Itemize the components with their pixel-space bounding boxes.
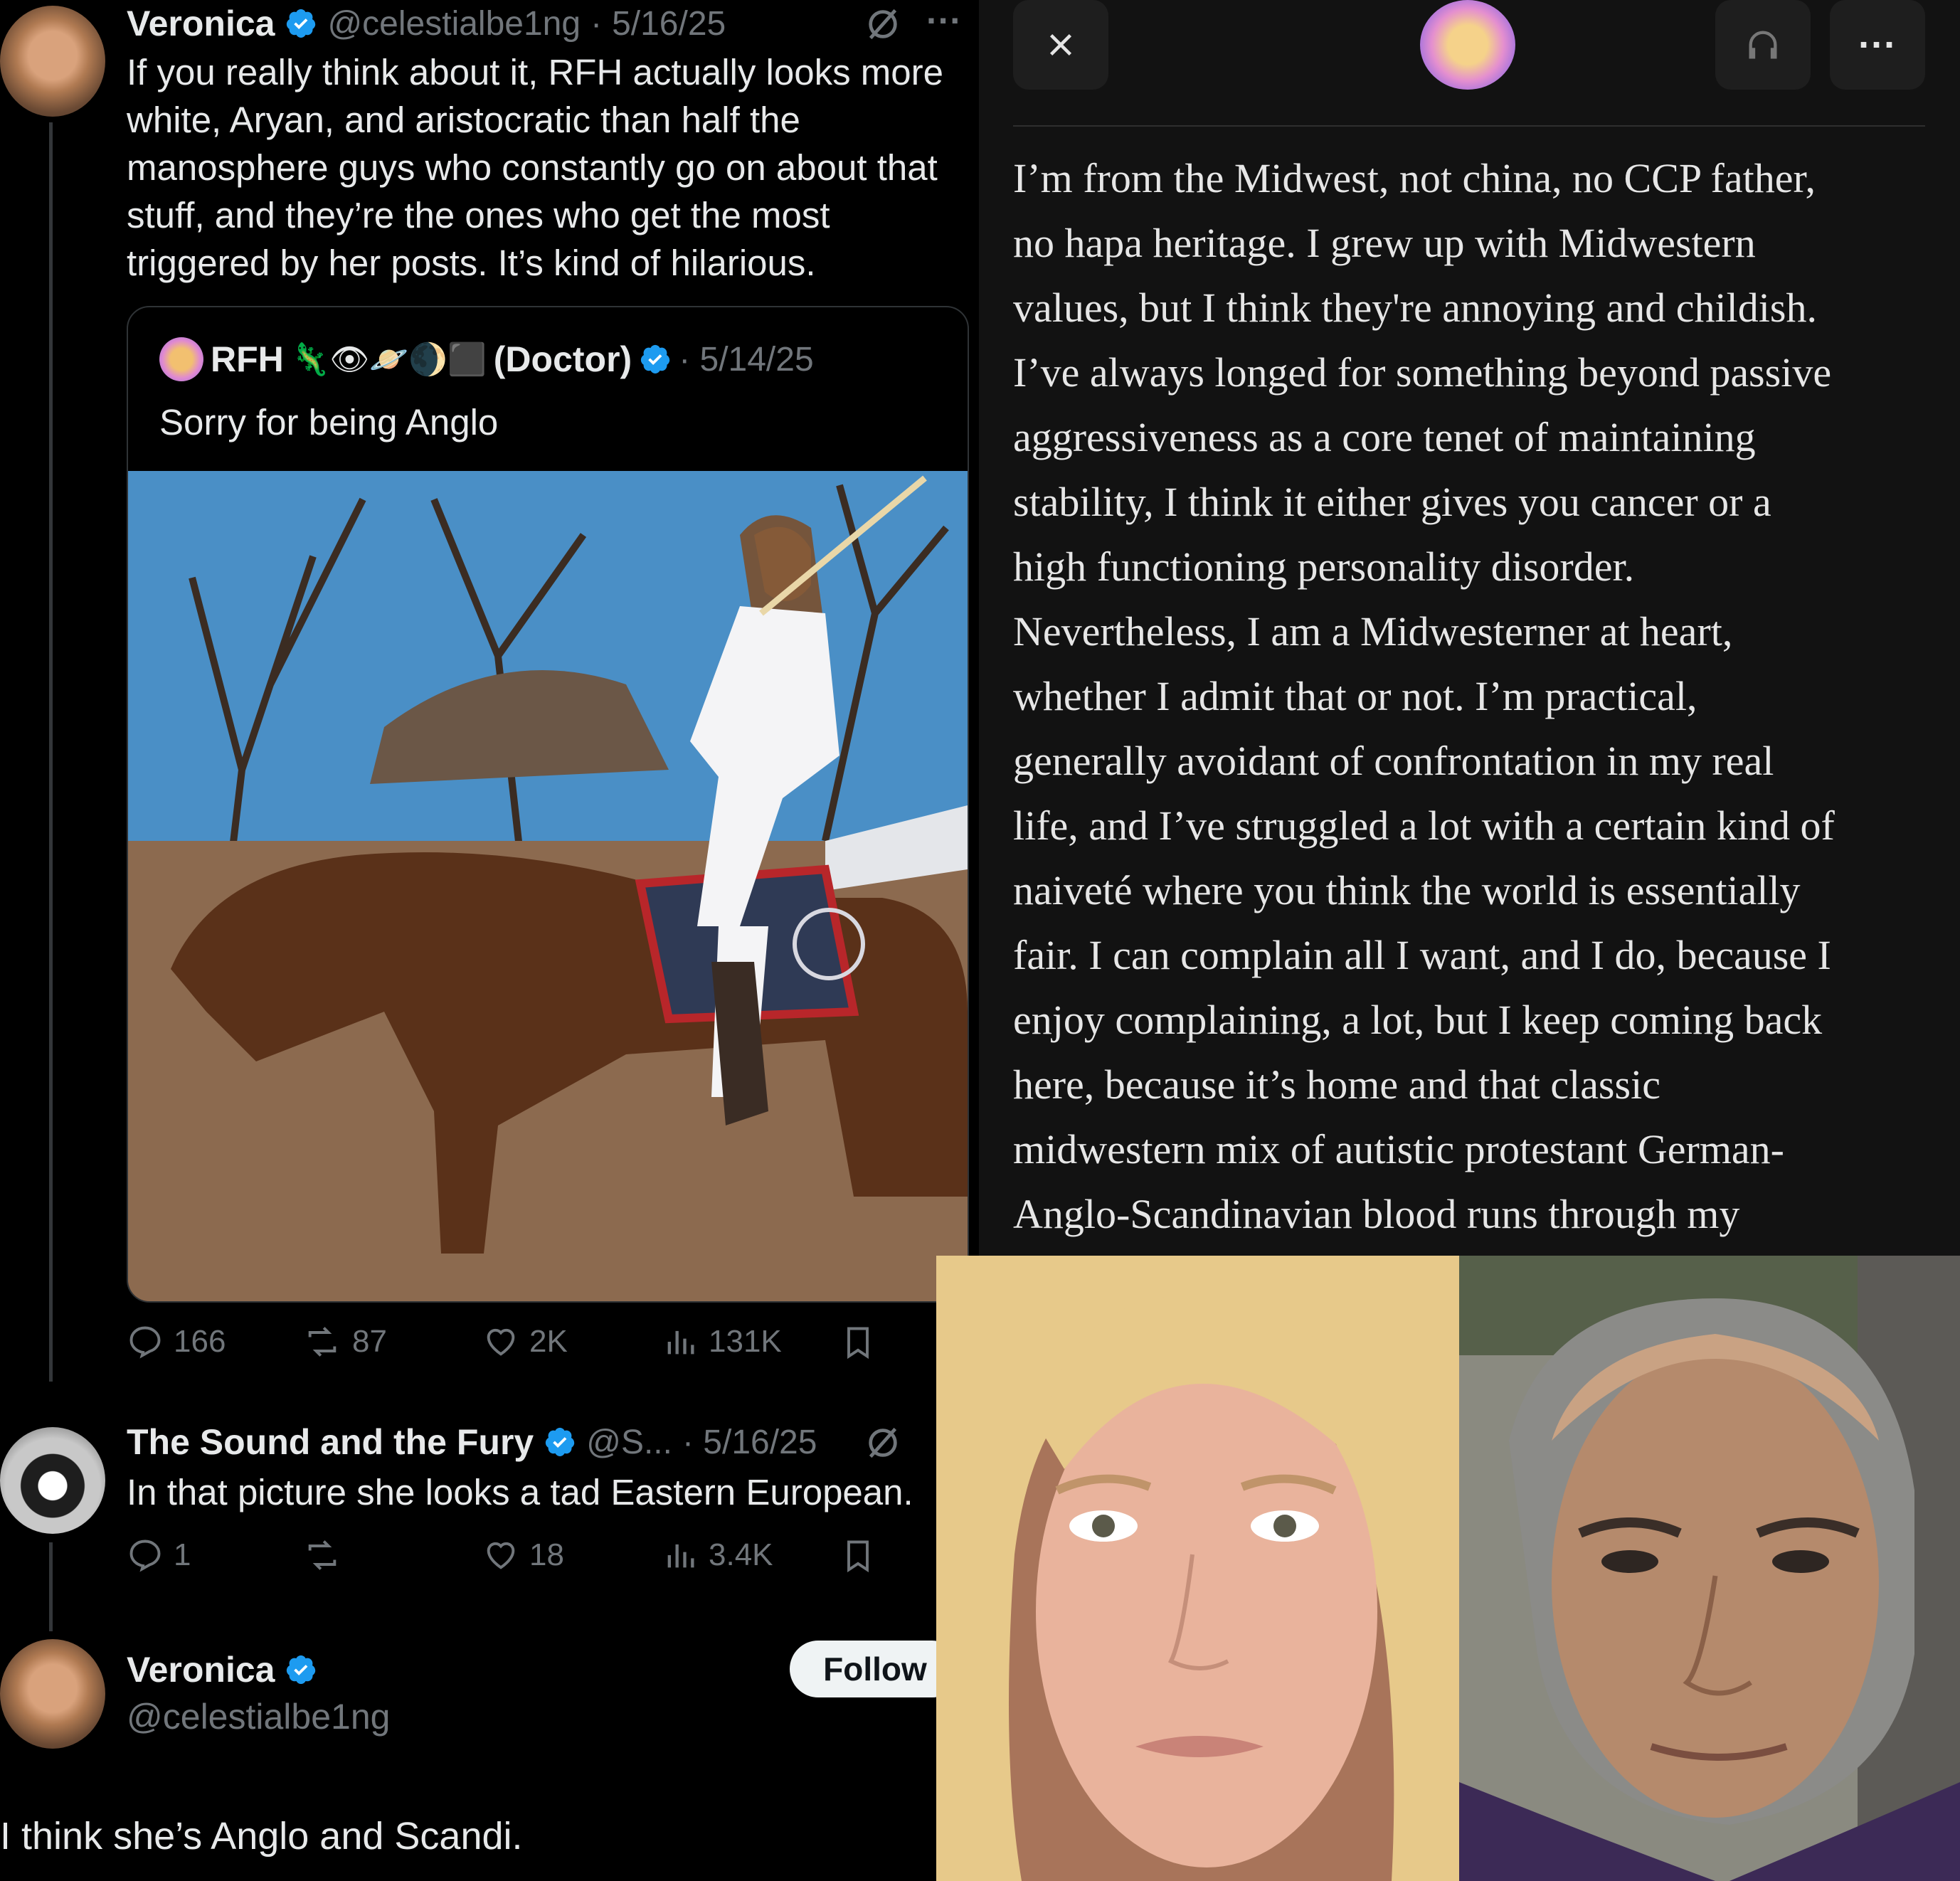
tweet-date[interactable]: 5/16/25 xyxy=(612,4,726,43)
quote-date: · 5/14/25 xyxy=(679,340,814,378)
follow-button[interactable]: Follow xyxy=(790,1641,960,1697)
reply-icon xyxy=(129,1326,161,1359)
tweet-header: Veronica xyxy=(127,1648,317,1692)
quote-text: Sorry for being Anglo xyxy=(159,402,499,443)
avatar[interactable] xyxy=(0,6,105,117)
man-face-photo xyxy=(1459,1256,1960,1881)
repost-button[interactable]: 87 xyxy=(302,1323,387,1360)
more-options-button[interactable]: ··· xyxy=(1830,0,1925,90)
reader-line: enjoy complaining, a lot, but I keep com… xyxy=(1013,997,1823,1043)
author-handle[interactable]: @celestialbe1ng xyxy=(327,4,581,43)
reader-line: life, and I’ve struggled a lot with a ce… xyxy=(1013,802,1835,849)
repost-button[interactable] xyxy=(302,1537,352,1574)
reply-count: 166 xyxy=(174,1324,226,1359)
woman-face-illustration xyxy=(936,1256,1459,1881)
views-icon xyxy=(667,1330,694,1355)
reply-icon xyxy=(129,1540,161,1572)
views-button[interactable]: 131K xyxy=(662,1323,782,1360)
view-count: 3.4K xyxy=(709,1537,773,1572)
author-name[interactable]: The Sound and the Fury xyxy=(127,1421,534,1463)
horse-rider-illustration xyxy=(128,471,968,1301)
reply-count: 1 xyxy=(174,1537,191,1572)
quoted-tweet[interactable]: RFH 🦎👁🪐🌒⬛ (Doctor) · 5/14/25 Sorry for b… xyxy=(127,306,969,1303)
views-button[interactable]: 3.4K xyxy=(662,1537,773,1574)
tweet-header: Veronica @celestialbe1ng · 5/16/25 xyxy=(127,1,726,46)
avatar[interactable] xyxy=(0,1427,105,1534)
grok-icon[interactable] xyxy=(864,6,901,43)
thread-connector xyxy=(49,122,53,1382)
listen-button[interactable] xyxy=(1715,0,1811,90)
repost-count: 87 xyxy=(352,1324,387,1359)
verified-badge-icon xyxy=(641,344,670,374)
quote-author-suffix: (Doctor) xyxy=(493,339,632,379)
repost-icon xyxy=(308,1327,337,1357)
more-options-icon[interactable]: ··· xyxy=(926,0,962,41)
reply-button[interactable]: 1 xyxy=(127,1537,191,1574)
tweet-thread: Veronica @celestialbe1ng · 5/16/25 ··· I… xyxy=(0,0,971,1881)
quote-header: RFH 🦎👁🪐🌒⬛ (Doctor) · 5/14/25 xyxy=(159,336,814,383)
reader-line: Nevertheless, I am a Midwesterner at hea… xyxy=(1013,608,1733,655)
author-handle[interactable]: @S... xyxy=(586,1423,672,1462)
horse-rider-photo[interactable] xyxy=(128,471,968,1301)
reader-line: I’ve always longed for something beyond … xyxy=(1013,349,1832,396)
reader-line: stability, I think it either gives you c… xyxy=(1013,479,1771,525)
more-options-icon: ··· xyxy=(1858,23,1897,66)
reader-line: generally avoidant of confrontation in m… xyxy=(1013,738,1774,784)
grok-icon[interactable] xyxy=(864,1424,901,1461)
author-avatar[interactable] xyxy=(1420,0,1515,90)
author-name[interactable]: Veronica xyxy=(127,1649,275,1690)
view-count: 131K xyxy=(709,1324,782,1359)
reader-line: naiveté where you think the world is ess… xyxy=(1013,867,1801,913)
reader-line: Anglo-Scandinavian blood runs through my xyxy=(1013,1191,1740,1237)
quote-avatar xyxy=(159,337,203,381)
author-handle[interactable]: @celestialbe1ng xyxy=(127,1696,390,1737)
like-count: 2K xyxy=(529,1324,568,1359)
quote-author-name: RFH xyxy=(211,339,284,379)
close-icon xyxy=(1049,33,1072,56)
reader-line: I’m from the Midwest, not china, no CCP … xyxy=(1013,155,1816,201)
headphones-icon xyxy=(1749,31,1777,59)
reader-line: aggressiveness as a core tenet of mainta… xyxy=(1013,414,1756,460)
heart-icon xyxy=(487,1328,515,1356)
tweet-date[interactable]: · 5/16/25 xyxy=(682,1423,817,1462)
like-count: 18 xyxy=(529,1537,564,1572)
avatar[interactable] xyxy=(0,1639,105,1749)
man-face-illustration xyxy=(1459,1256,1960,1881)
reader-body: I’m from the Midwest, not china, no CCP … xyxy=(1013,146,1945,1246)
reader-line: no hapa heritage. I grew up with Midwest… xyxy=(1013,220,1756,266)
thread-connector xyxy=(49,1542,53,1631)
close-button[interactable] xyxy=(1013,0,1108,90)
reader-line: here, because it’s home and that classic xyxy=(1013,1061,1660,1108)
author-name[interactable]: Veronica xyxy=(127,3,275,44)
reader-panel: ··· I’m from the Midwest, not china, no … xyxy=(979,0,1960,1256)
woman-face-photo xyxy=(936,1256,1459,1881)
tweet-text: If you really think about it, RFH actual… xyxy=(127,52,943,283)
divider xyxy=(1013,125,1925,127)
reader-line: high functioning personality disorder. xyxy=(1013,544,1635,590)
verified-badge-icon xyxy=(546,1427,575,1457)
reader-line: midwestern mix of autistic protestant Ge… xyxy=(1013,1126,1784,1172)
quote-author-emojis: 🦎👁🪐🌒⬛ xyxy=(290,342,487,377)
tweet-text: I think she’s Anglo and Scandi. xyxy=(0,1815,523,1858)
verified-badge-icon xyxy=(287,9,316,38)
tweet-text: In that picture she looks a tad Eastern … xyxy=(127,1472,913,1512)
verified-badge-icon xyxy=(287,1655,316,1685)
reader-line: fair. I can complain all I want, and I d… xyxy=(1013,932,1831,978)
tweet-header: The Sound and the Fury @S... · 5/16/25 xyxy=(127,1420,817,1464)
reader-line: values, but I think they're annoying and… xyxy=(1013,285,1817,331)
separator-dot: · xyxy=(590,4,603,43)
reader-line: whether I admit that or not. I’m practic… xyxy=(1013,673,1697,719)
heart-icon xyxy=(487,1542,515,1569)
repost-icon xyxy=(308,1540,337,1570)
reply-button[interactable]: 166 xyxy=(127,1323,226,1360)
like-button[interactable]: 18 xyxy=(482,1537,564,1574)
bookmark-icon[interactable] xyxy=(839,1323,876,1362)
bookmark-icon[interactable] xyxy=(839,1537,876,1575)
like-button[interactable]: 2K xyxy=(482,1323,568,1360)
views-icon xyxy=(667,1544,694,1568)
